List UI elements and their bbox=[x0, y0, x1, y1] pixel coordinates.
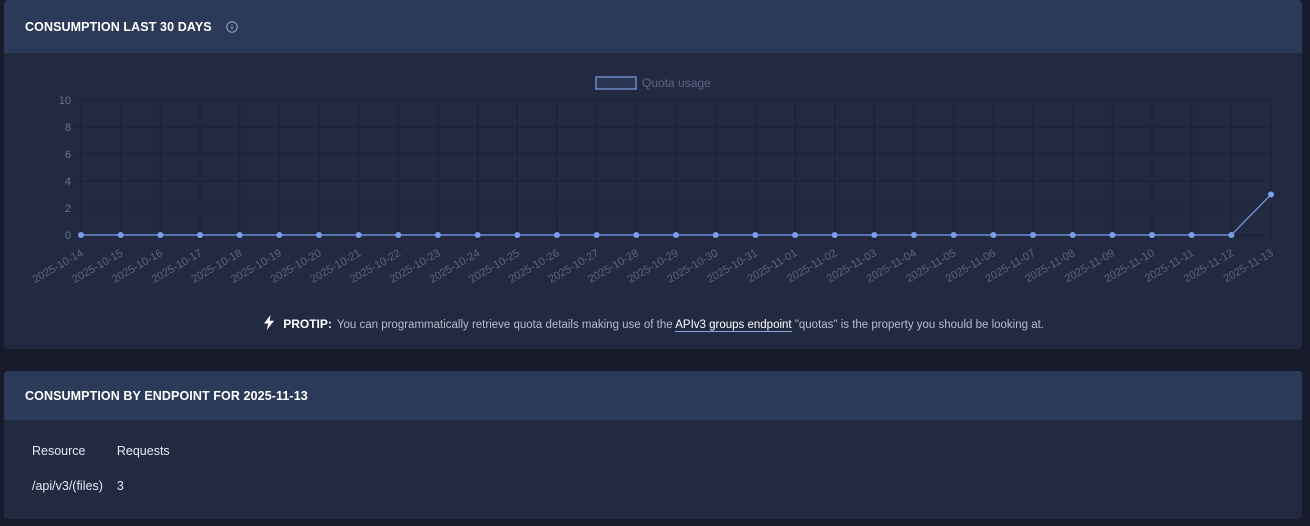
protip-label: PROTIP: bbox=[283, 317, 332, 331]
protip: PROTIP: You can programmatically retriev… bbox=[4, 315, 1302, 333]
data-point[interactable] bbox=[236, 232, 243, 238]
chart-legend[interactable]: Quota usage bbox=[595, 76, 711, 90]
requests-cell: 3 bbox=[116, 479, 124, 493]
data-point[interactable] bbox=[1030, 232, 1036, 238]
data-point[interactable] bbox=[1109, 232, 1116, 238]
y-tick-label: 10 bbox=[59, 95, 71, 107]
data-point[interactable] bbox=[792, 232, 798, 238]
apiv3-groups-endpoint-link[interactable]: APIv3 groups endpoint bbox=[675, 319, 792, 332]
data-point[interactable] bbox=[395, 232, 402, 238]
data-point[interactable] bbox=[911, 232, 917, 238]
data-point[interactable] bbox=[752, 232, 759, 238]
y-axis-ticks: 0 2 4 6 8 10 bbox=[59, 95, 71, 242]
data-point[interactable] bbox=[673, 232, 679, 238]
data-point[interactable] bbox=[435, 232, 441, 238]
endpoint-card: CONSUMPTION BY ENDPOINT FOR 2025-11-13 R… bbox=[4, 371, 1302, 519]
resource-cell: /api/v3/(files) bbox=[32, 479, 103, 493]
y-tick-label: 4 bbox=[65, 176, 71, 188]
endpoint-title: CONSUMPTION BY ENDPOINT FOR 2025-11-13 bbox=[25, 388, 308, 403]
quota-usage-chart: Quota usage 0 2 4 6 8 10 2025-10-142025-10-15… bbox=[31, 76, 1276, 286]
y-tick-label: 6 bbox=[65, 149, 71, 161]
data-point[interactable] bbox=[593, 232, 600, 238]
consumption-card: CONSUMPTION LAST 30 DAYS Quota usage 0 2 4… bbox=[4, 0, 1302, 349]
legend-swatch bbox=[595, 76, 637, 90]
y-tick-label: 0 bbox=[65, 230, 71, 242]
data-point[interactable] bbox=[474, 232, 481, 238]
consumption-title: CONSUMPTION LAST 30 DAYS bbox=[25, 19, 212, 34]
data-point[interactable] bbox=[554, 232, 560, 238]
data-point[interactable] bbox=[950, 232, 957, 238]
y-tick-label: 8 bbox=[65, 122, 71, 134]
data-point[interactable] bbox=[633, 232, 640, 238]
endpoint-table: Resource Requests /api/v3/(files) 3 bbox=[32, 441, 184, 496]
data-point[interactable] bbox=[514, 232, 521, 238]
table-row: /api/v3/(files) 3 bbox=[32, 476, 184, 496]
endpoint-header: CONSUMPTION BY ENDPOINT FOR 2025-11-13 bbox=[4, 371, 1302, 420]
data-point[interactable] bbox=[117, 232, 124, 238]
data-point[interactable] bbox=[276, 232, 283, 238]
lightning-icon bbox=[262, 315, 276, 333]
data-point[interactable] bbox=[197, 232, 203, 238]
y-tick-label: 2 bbox=[65, 203, 71, 215]
data-point[interactable] bbox=[871, 232, 878, 238]
table-header-row: Resource Requests bbox=[32, 441, 184, 461]
data-point[interactable] bbox=[1268, 191, 1274, 198]
data-point[interactable] bbox=[78, 232, 84, 238]
info-icon[interactable] bbox=[226, 20, 238, 33]
protip-text-before: You can programmatically retrieve quota … bbox=[336, 319, 673, 331]
data-point[interactable] bbox=[831, 232, 838, 238]
x-axis-ticks: 2025-10-142025-10-152025-10-162025-10-17… bbox=[31, 247, 1276, 286]
protip-text-after: "quotas" is the property you should be l… bbox=[794, 319, 1044, 331]
data-point[interactable] bbox=[990, 232, 997, 238]
data-point[interactable] bbox=[157, 232, 164, 238]
data-point[interactable] bbox=[712, 232, 719, 238]
column-header-requests[interactable]: Requests bbox=[117, 441, 184, 461]
data-point[interactable] bbox=[1228, 232, 1235, 238]
data-point[interactable] bbox=[1069, 232, 1076, 238]
chart-grid bbox=[75, 99, 1272, 241]
consumption-header: CONSUMPTION LAST 30 DAYS bbox=[4, 0, 1302, 53]
data-point[interactable] bbox=[316, 232, 322, 238]
column-header-resource[interactable]: Resource bbox=[32, 441, 117, 461]
data-point[interactable] bbox=[355, 232, 362, 238]
legend-label: Quota usage bbox=[642, 76, 711, 90]
data-point[interactable] bbox=[1149, 232, 1155, 238]
data-point[interactable] bbox=[1188, 232, 1195, 238]
